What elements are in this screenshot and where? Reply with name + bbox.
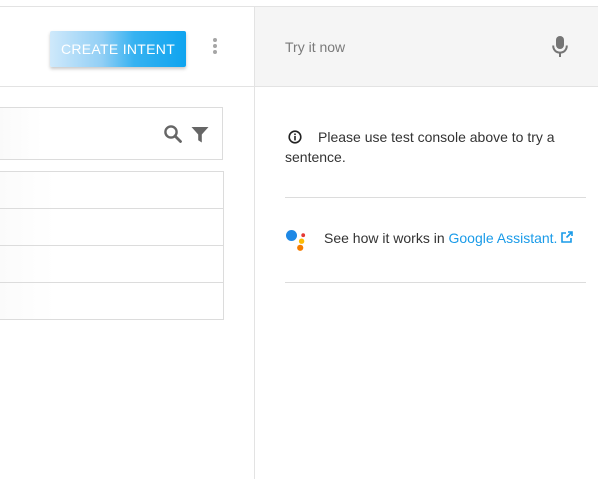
intent-row[interactable]	[0, 171, 224, 208]
try-it-now-input[interactable]	[285, 35, 535, 59]
console-note: Please use test console above to try a s…	[285, 127, 585, 167]
intent-row[interactable]	[0, 282, 224, 320]
intents-pane: CREATE INTENT	[0, 7, 254, 479]
microphone-icon[interactable]	[551, 35, 569, 59]
try-it-now-bar	[255, 7, 598, 87]
more-vert-icon[interactable]	[212, 38, 218, 56]
google-assistant-link[interactable]: Google Assistant.	[449, 230, 558, 246]
info-icon	[288, 130, 302, 144]
divider	[285, 282, 586, 283]
assistant-promo: See how it works in Google Assistant.	[285, 228, 595, 252]
search-icon[interactable]	[163, 124, 183, 144]
test-console-pane: Please use test console above to try a s…	[255, 7, 598, 479]
external-link-icon[interactable]	[561, 231, 574, 243]
divider	[285, 197, 586, 198]
intents-header: CREATE INTENT	[0, 7, 254, 87]
intent-row[interactable]	[0, 208, 224, 245]
intent-list	[0, 171, 224, 320]
assistant-promo-prefix: See how it works in	[324, 230, 449, 246]
console-note-text: Please use test console above to try a s…	[285, 129, 555, 165]
assistant-promo-text: See how it works in Google Assistant.	[324, 228, 574, 248]
filter-icon[interactable]	[190, 125, 210, 145]
create-intent-button[interactable]: CREATE INTENT	[50, 31, 186, 67]
google-assistant-icon	[286, 230, 306, 251]
intent-row[interactable]	[0, 245, 224, 282]
